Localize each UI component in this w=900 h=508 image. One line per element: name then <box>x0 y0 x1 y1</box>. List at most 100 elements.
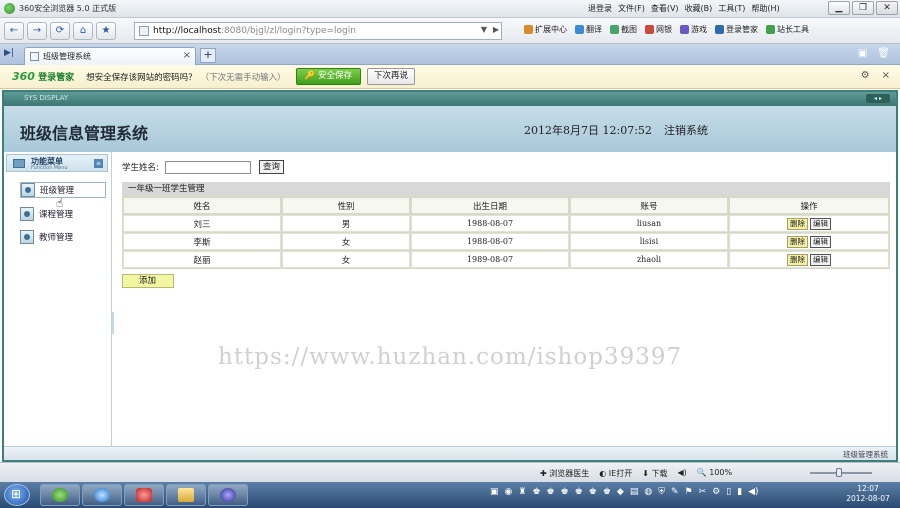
tray-icon[interactable]: ◍ <box>644 487 652 497</box>
page-title: 班级信息管理系统 <box>20 124 149 143</box>
strip-buttons[interactable]: ◂ ▸ <box>866 94 890 103</box>
taskbar-app-tools[interactable] <box>124 484 164 506</box>
volume-icon[interactable]: ◀) <box>748 487 758 497</box>
student-grid: 一年级一班学生管理 姓名 性别 出生日期 账号 操作 刘三 男 1988-08-… <box>122 182 890 269</box>
start-button[interactable] <box>4 484 30 506</box>
browser-360-icon <box>52 488 68 502</box>
secure-save-button[interactable]: 🔑 安全保存 <box>295 68 361 85</box>
chevron-down-icon[interactable]: ▼ <box>481 25 487 34</box>
delete-button[interactable]: 删除 <box>787 235 808 248</box>
browser-toolbar: 扩展中心 翻译 截图 网银 游戏 登录管家 站长工具 <box>524 24 809 35</box>
tray-icon[interactable]: ◉ <box>505 487 513 497</box>
close-tab-icon[interactable]: × <box>183 50 191 61</box>
edit-button[interactable]: 编辑 <box>810 253 831 266</box>
back-button[interactable]: ← <box>4 21 24 40</box>
cell-actions: 删除 编辑 <box>729 233 889 250</box>
tray-icon[interactable]: ▤ <box>630 487 639 497</box>
download-button[interactable]: ⬇ 下载 <box>642 468 667 479</box>
menu-view[interactable]: 查看(V) <box>651 3 679 14</box>
forward-button[interactable]: → <box>27 21 47 40</box>
home-button[interactable]: ⌂ <box>73 21 93 40</box>
table-header-row: 姓名 性别 出生日期 账号 操作 <box>123 197 889 214</box>
speaker-icon[interactable]: ◀) <box>677 468 686 479</box>
tray-icon[interactable]: ♚ <box>532 487 540 497</box>
tray-icon[interactable]: ▣ <box>490 487 499 497</box>
delete-button[interactable]: 删除 <box>787 217 808 230</box>
tray-icon[interactable]: ♚ <box>561 487 569 497</box>
table-row: 赵丽 女 1989-08-07 zhaoli 删除 编辑 <box>123 251 889 268</box>
taskbar-app-360-browser[interactable] <box>40 484 80 506</box>
scissors-icon <box>610 25 619 34</box>
toolbar-games[interactable]: 游戏 <box>680 24 707 35</box>
close-icon[interactable]: × <box>882 70 890 81</box>
close-window-button[interactable]: ✕ <box>876 1 898 15</box>
taskbar-app-ie[interactable] <box>82 484 122 506</box>
function-menu-header: 功能菜单 Function Menu ≡ <box>6 154 108 172</box>
browser-title: 360安全浏览器 5.0 正式版 <box>19 4 117 13</box>
minimize-button[interactable]: ▁ <box>828 1 850 15</box>
tray-icon[interactable]: ♜ <box>518 487 526 497</box>
query-button[interactable]: 查询 <box>258 160 284 174</box>
tray-icon[interactable]: ◆ <box>617 487 624 497</box>
toolbar-screenshot[interactable]: 截图 <box>610 24 637 35</box>
cell-actions: 删除 编辑 <box>729 215 889 232</box>
new-tab-button[interactable]: + <box>200 48 216 63</box>
tab-tools: ▣ 🗑 <box>858 48 890 59</box>
restore-tabs-icon[interactable]: ▣ <box>858 48 867 59</box>
taskbar-clock[interactable]: 12:07 2012-08-07 <box>838 484 898 504</box>
toolbar-webmaster[interactable]: 站长工具 <box>766 24 809 35</box>
zoom-slider-handle[interactable] <box>836 468 842 477</box>
taskbar-app-explorer[interactable] <box>166 484 206 506</box>
tray-icon[interactable]: ▮ <box>737 487 742 497</box>
gear-icon[interactable]: ⚙ <box>861 70 870 81</box>
table-row: 李斯 女 1988-08-07 lisisi 删除 编辑 <box>123 233 889 250</box>
tab-class-management[interactable]: 班级管理系统 × <box>24 47 196 65</box>
later-button[interactable]: 下次再说 <box>366 68 415 85</box>
tray-icon[interactable]: ⚙ <box>712 487 720 497</box>
taskbar-app-eclipse[interactable] <box>208 484 248 506</box>
refresh-button[interactable]: ⟳ <box>50 21 70 40</box>
edit-button[interactable]: 编辑 <box>810 217 831 230</box>
address-bar[interactable]: http://localhost :8080/bjgl/zl/login?typ… <box>134 22 502 40</box>
tray-icon[interactable]: ✂ <box>699 487 707 497</box>
mouse-pointer-icon: ☝ <box>56 196 64 210</box>
class-icon <box>21 183 35 197</box>
go-icon[interactable]: ▶ <box>493 25 499 34</box>
collapse-icon[interactable]: ≡ <box>94 159 103 168</box>
menu-favorites[interactable]: 收藏(B) <box>685 3 713 14</box>
tray-icon[interactable]: ✎ <box>671 487 679 497</box>
sidebar-splitter[interactable] <box>112 312 114 334</box>
toolbar-banking[interactable]: 网银 <box>645 24 672 35</box>
tray-icon[interactable]: ♚ <box>603 487 611 497</box>
tray-icon[interactable]: ⚑ <box>685 487 693 497</box>
menu-login[interactable]: 退登录 <box>588 3 612 14</box>
tray-icon[interactable]: ⛨ <box>658 487 665 497</box>
tray-icon[interactable]: ♚ <box>589 487 597 497</box>
toolbar-translate[interactable]: 翻译 <box>575 24 602 35</box>
watermark: https://www.huzhan.com/ishop39397 <box>218 344 683 370</box>
add-button[interactable]: 添加 <box>122 274 174 288</box>
sidebar-item-teacher-management[interactable]: 教师管理 <box>20 229 106 245</box>
login-manager-brand: 360 登录管家 <box>12 70 75 83</box>
clock-date: 2012-08-07 <box>846 494 890 503</box>
sidebar-toggle-icon[interactable]: ▶| <box>4 48 14 58</box>
menu-file[interactable]: 文件(F) <box>618 3 645 14</box>
zoom-level[interactable]: 🔍 100% <box>697 468 732 479</box>
edit-button[interactable]: 编辑 <box>810 235 831 248</box>
open-in-ie-button[interactable]: ◐ IE打开 <box>599 468 632 479</box>
restore-button[interactable]: ❐ <box>852 1 874 15</box>
favorite-button[interactable]: ★ <box>96 21 116 40</box>
menu-help[interactable]: 帮助(H) <box>751 3 779 14</box>
browser-doctor-button[interactable]: ✚ 浏览器医生 <box>540 468 589 479</box>
toolbar-extensions[interactable]: 扩展中心 <box>524 24 567 35</box>
student-name-input[interactable] <box>164 160 251 174</box>
menu-tools[interactable]: 工具(T) <box>718 3 745 14</box>
trash-icon[interactable]: 🗑 <box>877 48 890 59</box>
logout-link[interactable]: 注销系统 <box>664 122 708 138</box>
tray-icon[interactable]: ♚ <box>575 487 583 497</box>
toolbar-login-manager[interactable]: 登录管家 <box>715 24 758 35</box>
tray-icon[interactable]: ♚ <box>547 487 555 497</box>
delete-button[interactable]: 删除 <box>787 253 808 266</box>
tray-icon[interactable]: ▯ <box>726 487 731 497</box>
student-table: 姓名 性别 出生日期 账号 操作 刘三 男 1988-08-07 liusan <box>122 196 890 269</box>
